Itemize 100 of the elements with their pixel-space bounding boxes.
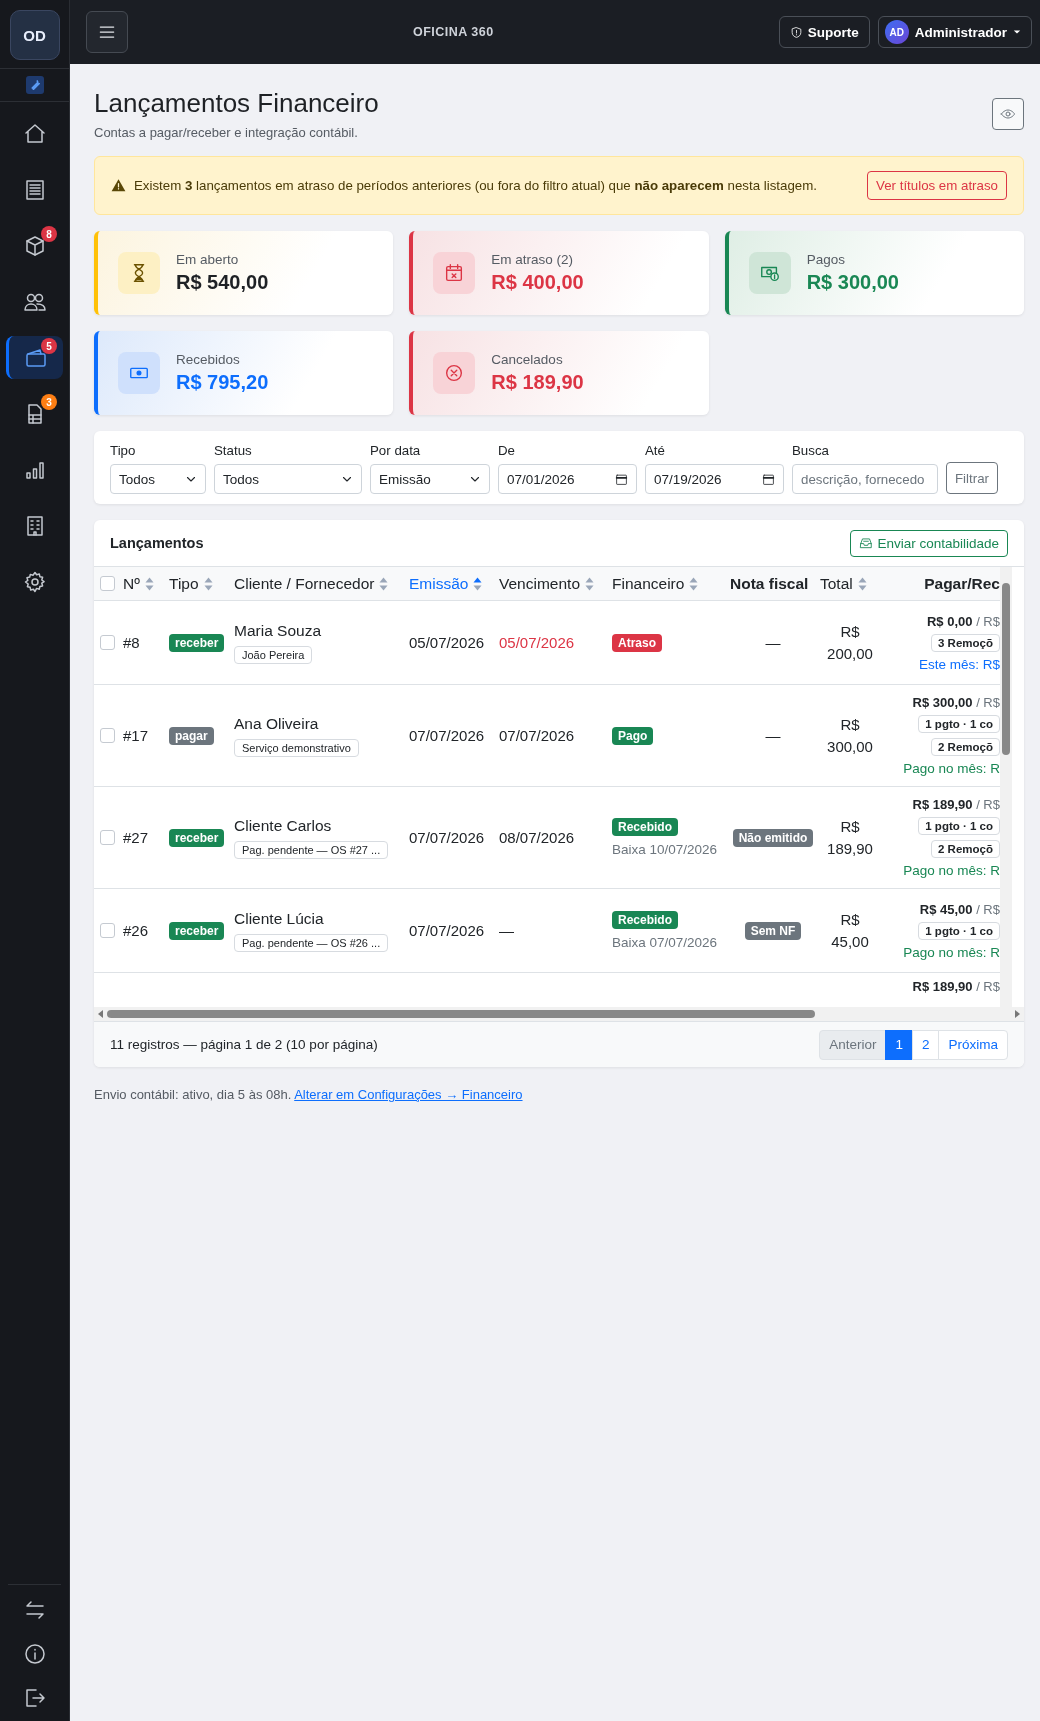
checkbox[interactable]: [100, 576, 115, 591]
table-cell: 05/07/2026: [409, 634, 485, 651]
stat-label: Pagos: [806, 252, 846, 267]
description-tag: Serviço demonstrativo: [234, 738, 359, 757]
table-cell-text: R$ 45,00: [830, 909, 870, 952]
client-name: Ana Oliveira: [234, 714, 319, 733]
table-cell: #27: [123, 829, 149, 846]
footer-text: Envio contábil: ativo, dia 5 às 08h.: [94, 1087, 292, 1102]
checkbox[interactable]: [100, 830, 115, 845]
settlement-date: Baixa 10/07/2026: [612, 842, 718, 857]
field-label: De: [498, 443, 516, 458]
calendar-icon: [615, 472, 628, 486]
month-note: Pago no mês: R: [903, 863, 1000, 878]
select-field[interactable]: Emissão: [370, 464, 490, 494]
sort-icon: [857, 575, 867, 592]
count-badge: 5: [41, 338, 57, 354]
table-cell-text: R$ 189,90: [826, 816, 874, 859]
info-icon[interactable]: [22, 1642, 47, 1666]
checkbox[interactable]: [100, 923, 115, 938]
wrench-icon: [25, 76, 44, 94]
field-label: Por data: [370, 443, 422, 458]
stat-value: R$ 300,00: [806, 271, 899, 294]
date-field[interactable]: 07/19/2026: [645, 464, 784, 494]
filter-button[interactable]: Filtrar: [946, 462, 998, 494]
menu-button[interactable]: [86, 11, 128, 53]
checkbox[interactable]: [100, 635, 115, 650]
sort-icon: [379, 575, 389, 592]
date-field[interactable]: 07/01/2026: [498, 464, 637, 494]
select-field[interactable]: Todos: [214, 464, 362, 494]
overdue-button[interactable]: Ver títulos em atraso: [867, 171, 1007, 200]
visibility-button[interactable]: [992, 98, 1024, 130]
table-cell: 07/07/2026: [499, 727, 575, 744]
type-badge: receber: [169, 633, 225, 652]
vertical-scrollbar[interactable]: [1000, 567, 1012, 1007]
settlement-date: Baixa 07/07/2026: [612, 935, 718, 950]
horizontal-scrollbar[interactable]: [94, 1007, 1024, 1021]
logo[interactable]: OD: [9, 10, 60, 60]
description-tag: Pag. pendente — OS #26 ...: [234, 933, 389, 952]
user-menu[interactable]: AD Administrador: [877, 16, 1032, 48]
type-badge: pagar: [169, 726, 214, 745]
stat-label: Em aberto: [176, 252, 240, 267]
nav-item[interactable]: 5: [6, 336, 63, 379]
stat-label: Cancelados: [491, 352, 564, 367]
stat-value: R$ 400,00: [491, 271, 584, 294]
sort-icon: [144, 575, 154, 592]
select-field[interactable]: Todos: [110, 464, 206, 494]
status-badge: Atraso: [612, 633, 662, 652]
summary-chip: 2 Remoçõ: [931, 840, 1000, 858]
type-badge: receber: [169, 828, 225, 847]
nav-item[interactable]: 8: [6, 224, 63, 267]
count-badge: 3: [41, 394, 57, 410]
invoice-badge: Sem NF: [744, 921, 802, 940]
table-cell: 07/07/2026: [409, 727, 485, 744]
amount-text: R$ 189,90 / R$: [912, 797, 1000, 812]
summary-chip: 1 pgto · 1 co: [918, 817, 1000, 835]
amount-text: R$ 300,00 / R$: [912, 695, 1000, 710]
field-label: Até: [645, 443, 666, 458]
summary-chip: 2 Remoçõ: [931, 738, 1000, 756]
inbox-icon: [859, 536, 874, 550]
eye-icon: [1000, 106, 1016, 122]
settings-link[interactable]: Alterar em Configurações → Financeiro: [294, 1087, 523, 1102]
month-note: Este mês: R$: [918, 656, 1000, 672]
checkbox[interactable]: [100, 728, 115, 743]
type-badge: receber: [169, 921, 225, 940]
sort-icon: [689, 575, 699, 592]
table-cell: —: [499, 922, 514, 939]
table-cell-text: R$ 300,00: [826, 714, 874, 757]
page-button[interactable]: 1: [885, 1029, 913, 1060]
stat-value: R$ 540,00: [176, 271, 269, 294]
search-field[interactable]: descrição, fornecedo: [792, 464, 938, 494]
record-count: 11 registros — página 1 de 2 (10 por página): [110, 1037, 378, 1052]
shield-icon: [789, 25, 803, 39]
send-button[interactable]: Enviar contabilidade: [850, 529, 1008, 557]
calendar-icon: [762, 472, 775, 486]
client-name: Cliente Lúcia: [234, 909, 324, 928]
sort-icon: [473, 575, 483, 592]
status-badge: Recebido: [612, 818, 678, 836]
page-title: Lançamentos Financeiro: [94, 88, 379, 119]
stat-value: R$ 795,20: [176, 371, 269, 394]
support-button[interactable]: Suporte: [778, 16, 870, 48]
table-cell: 07/07/2026: [409, 922, 485, 939]
field-label: Status: [214, 443, 253, 458]
count-badge: 8: [41, 226, 57, 242]
summary-chip: 3 Remoçõ: [931, 633, 1000, 652]
field-label: Busca: [792, 443, 830, 458]
description-tag: Pag. pendente — OS #27 ...: [234, 840, 389, 859]
app-title: OFICINA 360: [411, 25, 495, 39]
table-cell: —: [765, 727, 781, 744]
month-note: Pago no mês: R: [903, 944, 1000, 960]
table-cell: #17: [123, 727, 149, 744]
table-cell: 08/07/2026: [499, 829, 575, 846]
month-note: Pago no mês: R: [903, 761, 1000, 776]
page-button[interactable]: 2: [911, 1029, 940, 1060]
table-cell: 05/07/2026: [499, 634, 575, 651]
card-title: Lançamentos: [110, 535, 204, 551]
status-badge: Pago: [612, 726, 654, 745]
page-button[interactable]: Próxima: [938, 1029, 1008, 1060]
amount-text: R$ 189,90 / R$: [912, 979, 1000, 996]
stat-label: Recebidos: [176, 352, 241, 367]
alert-message: Existem 3 lançamentos em atraso de períodos anteriores (ou fora do filtro atual) que não aparecem nesta listagem.: [134, 178, 818, 193]
